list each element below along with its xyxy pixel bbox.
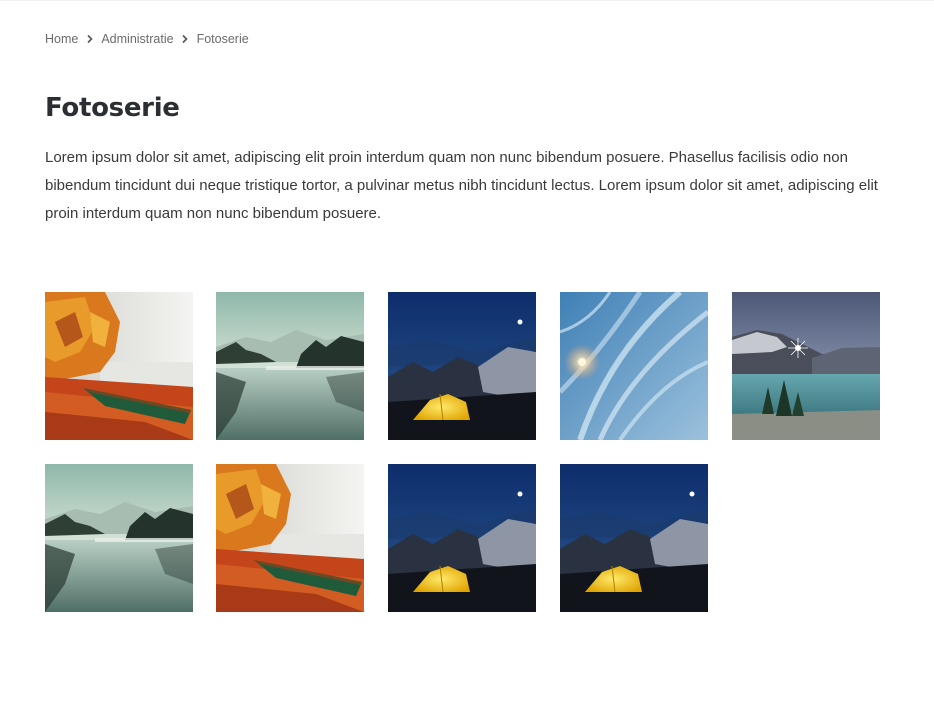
photo-tent-night-sky [388, 464, 536, 612]
breadcrumb-current: Fotoserie [196, 32, 249, 46]
gallery-thumbnail-misty-mountain-lake-2[interactable] [45, 464, 193, 612]
breadcrumb-home-link[interactable]: Home [45, 32, 78, 46]
photo-autumn-lake-canoe [45, 292, 193, 440]
photo-mountain-lake-sunstar [732, 292, 880, 440]
photo-frost-pattern [560, 292, 708, 440]
breadcrumb: Home Administratie Fotoserie [45, 31, 249, 47]
photo-misty-mountain-lake [216, 292, 364, 440]
page-title: Fotoserie [45, 93, 180, 123]
photo-tent-night-sky [560, 464, 708, 612]
gallery-thumbnail-mountain-lake-sunstar[interactable] [732, 292, 880, 440]
gallery-thumbnail-tent-night-sky-2[interactable] [388, 464, 536, 612]
photo-autumn-lake-canoe [216, 464, 364, 612]
breadcrumb-administratie-link[interactable]: Administratie [101, 32, 173, 46]
photo-tent-night-sky [388, 292, 536, 440]
gallery-thumbnail-autumn-lake-canoe[interactable] [45, 292, 193, 440]
chevron-right-icon [174, 34, 197, 44]
gallery-thumbnail-autumn-lake-canoe-2[interactable] [216, 464, 364, 612]
top-divider [0, 0, 934, 1]
gallery-thumbnail-misty-mountain-lake[interactable] [216, 292, 364, 440]
gallery-thumbnail-frost-pattern[interactable] [560, 292, 708, 440]
photo-misty-mountain-lake [45, 464, 193, 612]
intro-paragraph: Lorem ipsum dolor sit amet, adipiscing e… [45, 149, 878, 222]
gallery-thumbnail-tent-night-sky-3[interactable] [560, 464, 708, 612]
chevron-right-icon [78, 34, 101, 44]
gallery-thumbnail-tent-night-sky[interactable] [388, 292, 536, 440]
